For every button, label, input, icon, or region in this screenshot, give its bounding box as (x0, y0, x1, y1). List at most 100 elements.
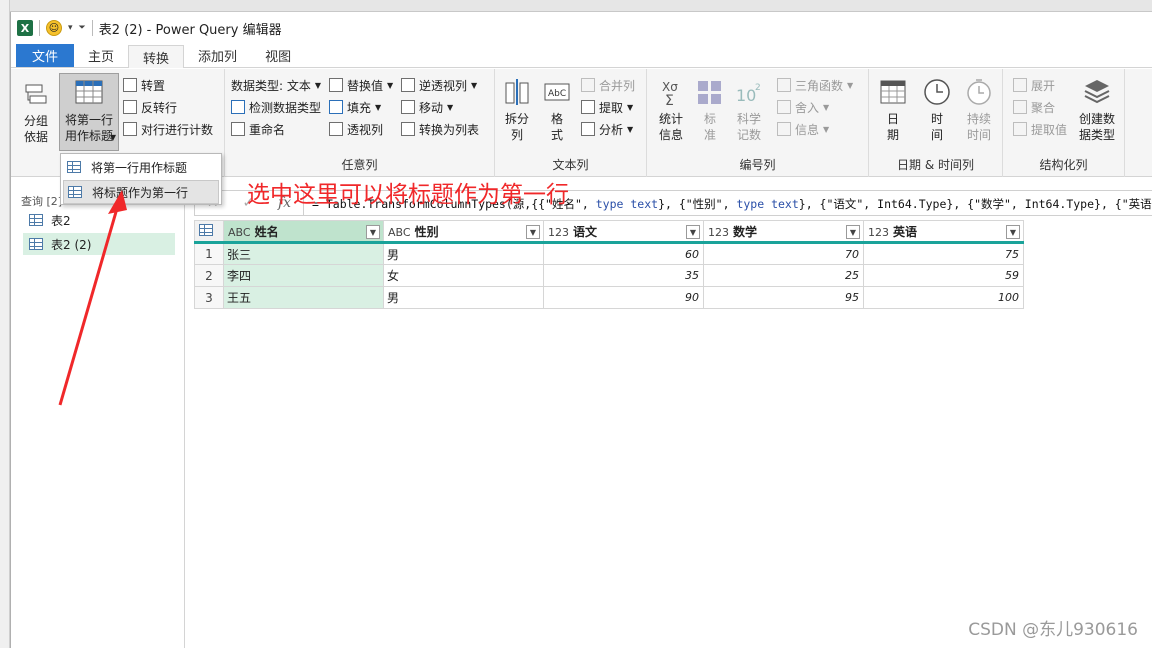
transpose-icon (123, 78, 137, 92)
use-first-row-as-headers-button[interactable]: 将第一行 用作标题 ▼ (59, 73, 119, 151)
cell[interactable]: 李四 (223, 264, 384, 287)
scientific-button[interactable]: 10 2 科学 记数 (729, 77, 769, 143)
menu-item-use-first-row-as-headers[interactable]: 将第一行用作标题 (63, 155, 219, 179)
cell[interactable]: 男 (383, 242, 544, 265)
pivot-icon (329, 122, 343, 136)
time-label: 时 间 (930, 112, 943, 142)
cell[interactable]: 张三 (223, 242, 384, 265)
formula-text: }, {"性别", (658, 197, 737, 211)
row-number[interactable]: 2 (194, 264, 224, 287)
standard-button[interactable]: 标 准 (695, 77, 725, 143)
split-column-button[interactable]: 拆分 列 (499, 77, 535, 143)
group-by-button[interactable]: 分组 依据 (15, 79, 57, 145)
triangle-icon (777, 78, 791, 92)
transpose-label: 转置 (141, 78, 166, 93)
quick-access-customize-icon[interactable]: ⏷ (79, 23, 86, 33)
duration-button[interactable]: 持续 时间 (959, 77, 999, 143)
extract-button[interactable]: 提取 ▼ (581, 97, 633, 117)
menu-item-use-headers-as-first-row[interactable]: 将标题作为第一行 (63, 180, 219, 204)
cell[interactable]: 35 (543, 264, 704, 287)
tab-file[interactable]: 文件 (16, 44, 75, 67)
cell[interactable]: 男 (383, 286, 544, 309)
tab-add-column[interactable]: 添加列 (184, 44, 251, 67)
count-rows-button[interactable]: 对行进行计数 (123, 119, 213, 139)
cell[interactable]: 59 (863, 264, 1024, 287)
move-button[interactable]: 移动 ▼ (401, 97, 453, 117)
extract-values-button[interactable]: 提取值 (1013, 119, 1067, 139)
filter-dropdown-icon[interactable]: ▼ (1006, 225, 1020, 239)
create-data-type-button[interactable]: 创建数 据类型 (1075, 77, 1119, 143)
aggregate-label: 聚合 (1031, 100, 1056, 115)
parse-button[interactable]: 分析 ▼ (581, 119, 633, 139)
aggregate-button[interactable]: 聚合 (1013, 97, 1055, 117)
smiley-dropdown-icon[interactable]: ▾ (68, 23, 73, 33)
cell[interactable]: 95 (703, 286, 864, 309)
cell[interactable]: 100 (863, 286, 1024, 309)
expand-button[interactable]: 展开 (1013, 75, 1055, 95)
type-icon: ABC (228, 225, 251, 239)
pivot-label: 透视列 (347, 122, 384, 137)
column-header-chinese[interactable]: 123 语文 ▼ (543, 220, 704, 244)
chevron-down-icon: ▼ (314, 80, 322, 90)
table-menu-button[interactable] (194, 220, 224, 244)
rename-button[interactable]: 重命名 (231, 119, 285, 139)
chevron-down-icon: ▼ (627, 102, 634, 112)
chevron-down-icon: ▼ (387, 80, 394, 90)
queries-header[interactable]: 查询 [2] (21, 193, 62, 209)
reverse-rows-label: 反转行 (141, 100, 178, 115)
data-type-dropdown[interactable]: 数据类型: 文本 ▼ (231, 75, 321, 95)
clock-icon (922, 77, 952, 107)
feedback-smiley-icon[interactable]: ☺ (46, 20, 62, 36)
detect-data-type-button[interactable]: 检测数据类型 (231, 97, 321, 117)
trigonometry-button[interactable]: 三角函数 ▼ (777, 75, 853, 95)
cell[interactable]: 75 (863, 242, 1024, 265)
filter-dropdown-icon[interactable]: ▼ (686, 225, 700, 239)
row-number[interactable]: 1 (194, 242, 224, 265)
power-of-ten-icon: 10 2 (734, 77, 764, 107)
replace-values-button[interactable]: 替换值 ▼ (329, 75, 393, 95)
column-title: 数学 (733, 224, 758, 239)
merge-columns-button[interactable]: 合并列 (581, 75, 635, 95)
convert-list-icon (401, 122, 415, 136)
query-item-table2[interactable]: 表2 (23, 209, 175, 231)
cell[interactable]: 70 (703, 242, 864, 265)
rename-label: 重命名 (249, 122, 286, 137)
statistics-button[interactable]: Xσ Σ 统计 信息 (651, 77, 691, 143)
formula-keyword: type text (595, 197, 659, 211)
date-label: 日 期 (886, 112, 899, 142)
column-header-gender[interactable]: ABC 性别 ▼ (383, 220, 544, 244)
format-button[interactable]: AbC 格 式 (539, 77, 575, 143)
transpose-button[interactable]: 转置 (123, 75, 165, 95)
filter-dropdown-icon[interactable]: ▼ (526, 225, 540, 239)
cell[interactable]: 25 (703, 264, 864, 287)
tab-transform[interactable]: 转换 (128, 45, 185, 68)
pivot-column-button[interactable]: 透视列 (329, 119, 383, 139)
information-button[interactable]: 信息 ▼ (777, 119, 829, 139)
number-column-group-label: 编号列 (739, 158, 776, 172)
tab-home[interactable]: 主页 (74, 44, 128, 67)
column-header-name[interactable]: ABC 姓名 ▼ (223, 220, 384, 244)
column-header-math[interactable]: 123 数学 ▼ (703, 220, 864, 244)
svg-text:AbC: AbC (548, 89, 566, 99)
cell[interactable]: 王五 (223, 286, 384, 309)
time-button[interactable]: 时 间 (917, 77, 957, 143)
date-button[interactable]: 日 期 (873, 77, 913, 143)
tab-view[interactable]: 视图 (251, 44, 305, 67)
column-header-english[interactable]: 123 英语 ▼ (863, 220, 1024, 244)
datetime-group: 日 期 时 间 持续 时间 日期 & 时间列 (869, 69, 1003, 177)
table-icon (29, 214, 43, 226)
fill-button[interactable]: 填充 ▼ (329, 97, 381, 117)
rounding-button[interactable]: 舍入 ▼ (777, 97, 829, 117)
unpivot-columns-button[interactable]: 逆透视列 ▼ (401, 75, 477, 95)
convert-to-list-button[interactable]: 转换为列表 (401, 119, 479, 139)
filter-dropdown-icon[interactable]: ▼ (366, 225, 380, 239)
cell[interactable]: 60 (543, 242, 704, 265)
cell[interactable]: 女 (383, 264, 544, 287)
unpivot-label: 逆透视列 (419, 78, 468, 93)
reverse-rows-button[interactable]: 反转行 (123, 97, 177, 117)
cell[interactable]: 90 (543, 286, 704, 309)
filter-dropdown-icon[interactable]: ▼ (846, 225, 860, 239)
query-item-table2-copy[interactable]: 表2 (2) (23, 233, 175, 255)
row-number[interactable]: 3 (194, 286, 224, 309)
table-icon (199, 223, 213, 236)
